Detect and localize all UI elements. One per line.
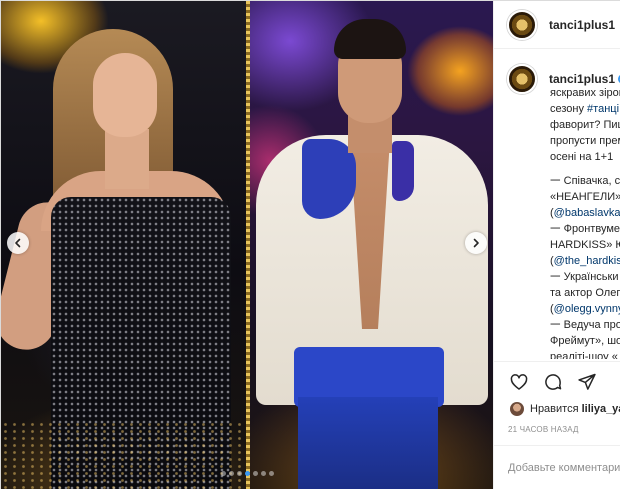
comment-input[interactable] <box>508 462 620 474</box>
caption-link[interactable]: @the_hardkiss <box>554 255 620 267</box>
avatar[interactable] <box>507 9 537 40</box>
carousel-dot <box>229 471 234 476</box>
caption-line: та актор Олег <box>550 287 620 299</box>
action-bar <box>494 361 620 401</box>
photo-hair <box>334 19 406 59</box>
caption-username[interactable]: tanci1plus1 <box>549 72 620 86</box>
carousel-dot <box>261 471 266 476</box>
chevron-left-icon <box>15 238 21 248</box>
likes-user[interactable]: liliya_ya <box>582 403 620 415</box>
caption-line: реаліті-шоу « <box>550 351 618 359</box>
caption-line: сезону #танці <box>550 103 620 115</box>
photo-sparkles <box>1 421 247 489</box>
post-media[interactable] <box>1 1 493 489</box>
chevron-right-icon <box>473 238 479 248</box>
photo-face <box>93 53 157 137</box>
carousel-dot <box>253 471 258 476</box>
photo-neck <box>105 129 149 189</box>
carousel-dot <box>221 471 226 476</box>
post-timestamp[interactable]: 21 ЧАСОВ НАЗАД <box>508 425 579 434</box>
carousel-prev-button[interactable] <box>7 232 29 254</box>
photo-right <box>250 1 493 489</box>
caption-line: (@babaslavka) <box>550 207 620 219</box>
instagram-post: tanci1plus1 tanci1plus1 яскравих зірок се… <box>0 0 620 489</box>
comment-icon <box>545 373 562 390</box>
carousel-dot <box>269 471 274 476</box>
caption-text: яскравих зірок сезону #танці фаворит? Пиш п… <box>550 85 620 359</box>
carousel-dots <box>221 471 274 476</box>
carousel-next-button[interactable] <box>465 232 487 254</box>
carousel-dot-active <box>245 471 250 476</box>
likes-text: Нравится liliya_ya <box>530 403 620 415</box>
photo-paint-right <box>392 141 414 201</box>
caption-line: (@olegg.vynny <box>550 301 620 317</box>
caption-line: 𑁋 Українськи <box>550 271 619 283</box>
heart-icon <box>510 373 528 390</box>
caption-line: яскравих зірок <box>550 87 620 99</box>
liker-avatar[interactable] <box>510 402 524 416</box>
caption-line: 𑁋 Співачка, со <box>550 175 620 187</box>
post-sidebar: tanci1plus1 tanci1plus1 яскравих зірок се… <box>493 1 620 489</box>
share-button[interactable] <box>576 371 598 393</box>
caption-link[interactable]: #танці <box>587 103 619 115</box>
caption-line: пропусти прем <box>550 135 620 147</box>
photo-pants <box>298 397 438 489</box>
comment-button[interactable] <box>542 371 564 393</box>
likes-row: Нравится liliya_ya <box>494 399 620 419</box>
caption-line: фаворит? Пиш <box>550 119 620 131</box>
caption-line: Фреймут», шо <box>550 335 620 347</box>
comment-bar <box>494 445 620 489</box>
caption-line: 𑁋 Фронтвумен <box>550 223 620 235</box>
caption: tanci1plus1 яскравих зірок сезону #танці ф… <box>494 63 620 359</box>
carousel-dot <box>237 471 242 476</box>
avatar[interactable] <box>507 64 537 94</box>
caption-line: (@the_hardkiss <box>550 253 620 269</box>
post-header: tanci1plus1 <box>494 1 620 49</box>
caption-link[interactable]: @olegg.vynny <box>554 303 620 315</box>
caption-line: HARDKISS» Ю <box>550 239 620 251</box>
caption-line: «НЕАНГЕЛИ» <box>550 191 620 203</box>
photo-left <box>1 1 247 489</box>
likes-prefix: Нравится <box>530 403 579 415</box>
caption-line: 𑁋 Ведуча про <box>550 319 620 331</box>
header-username[interactable]: tanci1plus1 <box>549 18 615 32</box>
caption-gap <box>550 165 620 173</box>
caption-username-text[interactable]: tanci1plus1 <box>549 72 615 86</box>
like-button[interactable] <box>508 371 530 393</box>
caption-line: осені на 1+1 <box>550 151 614 163</box>
caption-link[interactable]: @babaslavka <box>554 207 620 219</box>
send-icon <box>578 373 596 390</box>
